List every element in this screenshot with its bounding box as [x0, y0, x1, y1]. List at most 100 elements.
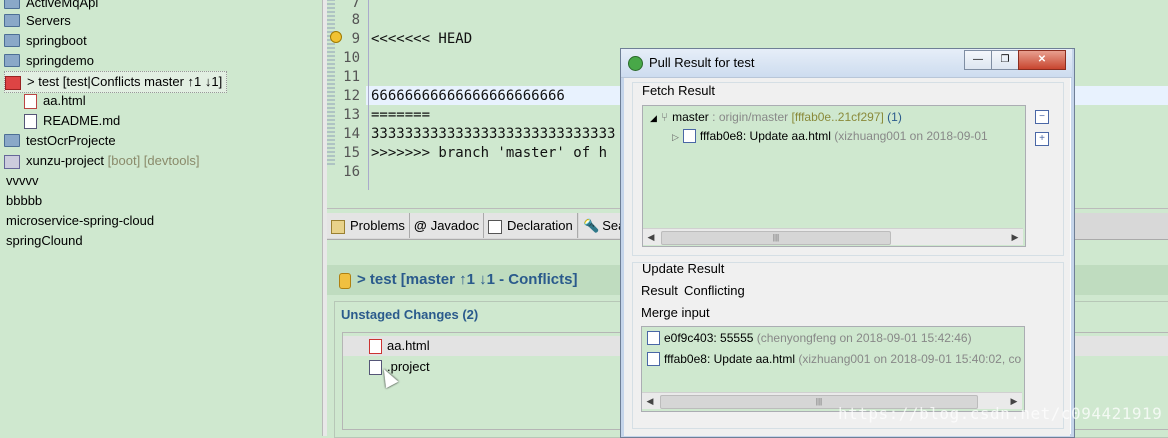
tree-item-label: testOcrProjecte	[26, 133, 116, 148]
list-item[interactable]: e0f9c403: 55555 (chenyongfeng on 2018-09…	[647, 330, 972, 346]
tree-item-servers[interactable]: Servers	[4, 11, 71, 31]
minimize-button[interactable]: —	[964, 50, 992, 70]
line-number: 13	[343, 107, 360, 123]
project-explorer: ActiveMqApi Servers springboot springdem…	[0, 0, 322, 436]
tree-item-label: README.md	[43, 113, 121, 128]
fetch-result-label: Fetch Result	[642, 83, 715, 98]
conflict-project-icon	[5, 75, 21, 90]
tree-item-microservice[interactable]: microservice-spring-cloud	[6, 211, 154, 231]
code-line[interactable]: <<<<<<< HEAD	[371, 31, 472, 47]
expand-arrow-icon[interactable]: ◢	[650, 113, 657, 123]
branch-name: master	[672, 110, 709, 124]
fetch-hscrollbar[interactable]: ◀ ||| ▶	[643, 228, 1023, 245]
code-line[interactable]: =======	[371, 107, 430, 123]
result-value: Conflicting	[684, 283, 745, 298]
restore-button[interactable]: ❐	[991, 50, 1019, 70]
line-number: 16	[343, 164, 360, 180]
tree-item-label: springdemo	[26, 53, 94, 68]
update-result-label: Update Result	[642, 261, 725, 276]
tree-item-decoration: [boot] [devtools]	[107, 153, 200, 168]
html-file-icon	[24, 94, 37, 110]
folder-icon	[4, 0, 20, 10]
staging-title: > test [master ↑1 ↓1 - Conflicts]	[357, 271, 578, 288]
repository-icon	[339, 273, 351, 289]
tab-javadoc[interactable]: @ Javadoc	[410, 213, 485, 238]
scroll-thumb[interactable]: |||	[661, 231, 891, 245]
tab-label: Javadoc	[430, 218, 480, 233]
problems-icon	[331, 219, 345, 234]
editor-gutter-divider	[368, 0, 369, 190]
commit-message: e0f9c403: 55555	[664, 331, 754, 345]
conflict-file-icon	[369, 339, 382, 354]
scroll-left-icon[interactable]: ◀	[644, 230, 658, 244]
merge-input-label: Merge input	[641, 305, 710, 320]
tree-item-springboot[interactable]: springboot	[4, 31, 87, 51]
tree-item-bbbbb[interactable]: bbbbb	[6, 191, 42, 211]
line-number: 8	[351, 12, 360, 28]
tree-item-xunzu-project[interactable]: xunzu-project [boot] [devtools]	[4, 151, 199, 171]
tree-item-springclound[interactable]: springClound	[6, 231, 83, 251]
collapse-arrow-icon[interactable]: ▷	[672, 132, 679, 142]
tree-item-label: springClound	[6, 233, 83, 248]
scroll-right-icon[interactable]: ▶	[1008, 230, 1022, 244]
code-line[interactable]: 66666666666666666666666	[371, 88, 565, 104]
watermark: https://blog.csdn.net/c094421919	[838, 404, 1163, 423]
line-number: 12	[343, 88, 360, 104]
commit-icon	[647, 330, 660, 345]
line-number: 14	[343, 126, 360, 142]
fetch-commit-row[interactable]: ▷ fffab0e8: Update aa.html (xizhuang001 o…	[672, 128, 988, 144]
tree-item-label: bbbbb	[6, 193, 43, 208]
dialog-title: Pull Result for test	[649, 55, 755, 70]
commit-meta: (xizhuang001 on 2018-09-01 15:40:02, co	[795, 352, 1021, 366]
remote-ref: : origin/master	[708, 110, 789, 124]
expand-all-icon[interactable]: +	[1035, 132, 1049, 146]
result-label: Result	[641, 283, 678, 298]
tree-item-testocrprojecte[interactable]: testOcrProjecte	[4, 131, 116, 151]
folder-icon	[4, 134, 20, 148]
folder-icon	[4, 14, 20, 28]
tab-declaration[interactable]: Declaration	[484, 213, 578, 238]
tree-item-test[interactable]: > test [test|Conflicts master ↑1 ↓1]	[4, 71, 228, 93]
commit-meta: (chenyongfeng on 2018-09-01 15:42:46)	[753, 331, 972, 345]
editor-change-ruler	[327, 0, 335, 165]
file-name: aa.html	[387, 338, 430, 353]
folder-icon	[4, 34, 20, 48]
tree-item-label: vvvvv	[6, 173, 39, 188]
line-number: 9	[351, 31, 360, 47]
commit-message: fffab0e8: Update aa.html	[699, 129, 831, 143]
tree-item-label: ActiveMqApi	[26, 0, 99, 10]
fetch-branch-row[interactable]: ◢ ⑂ master : origin/master [fffab0e..21cf2…	[650, 110, 902, 124]
tab-problems[interactable]: Problems	[327, 213, 410, 238]
tree-item-label: Servers	[26, 13, 71, 28]
search-icon: 🔦	[583, 218, 600, 233]
scroll-left-icon[interactable]: ◀	[643, 394, 657, 408]
tree-item-aa-html[interactable]: aa.html	[24, 91, 86, 111]
tab-label: Declaration	[507, 218, 573, 233]
close-button[interactable]: ✕	[1018, 50, 1066, 70]
commit-icon	[647, 352, 660, 366]
tree-item-label: microservice-spring-cloud	[6, 213, 155, 228]
tree-item-label: xunzu-project	[26, 153, 105, 168]
code-line[interactable]: 33333333333333333333333333333	[371, 126, 615, 142]
folder-icon	[4, 54, 20, 68]
tree-item-springdemo[interactable]: springdemo	[4, 51, 94, 71]
commit-count: (1)	[883, 110, 902, 124]
tree-item-label: aa.html	[43, 93, 86, 108]
tree-item-vvvvv[interactable]: vvvvv	[6, 171, 39, 191]
collapse-all-icon[interactable]: −	[1035, 110, 1049, 124]
tree-item-readme[interactable]: README.md	[24, 111, 120, 131]
commit-icon	[682, 128, 696, 143]
commit-range: [fffab0e..21cf297]	[788, 110, 884, 124]
branch-icon: ⑂	[660, 110, 669, 124]
commit-message: fffab0e8: Update aa.html	[664, 352, 795, 366]
tab-label: Problems	[350, 218, 405, 233]
fetch-result-tree[interactable]	[642, 105, 1026, 247]
list-item[interactable]: fffab0e8: Update aa.html (xizhuang001 on…	[647, 352, 1021, 367]
tree-item-label: > test [test|Conflicts master ↑1 ↓1]	[27, 74, 223, 89]
line-number: 15	[343, 145, 360, 161]
unstaged-label[interactable]: Unstaged Changes (2)	[341, 307, 478, 322]
code-line[interactable]: >>>>>>> branch 'master' of h	[371, 145, 607, 161]
markdown-file-icon	[24, 114, 37, 130]
commit-meta: (xizhuang001 on 2018-09-01	[830, 129, 988, 143]
javadoc-icon: @	[414, 218, 427, 233]
